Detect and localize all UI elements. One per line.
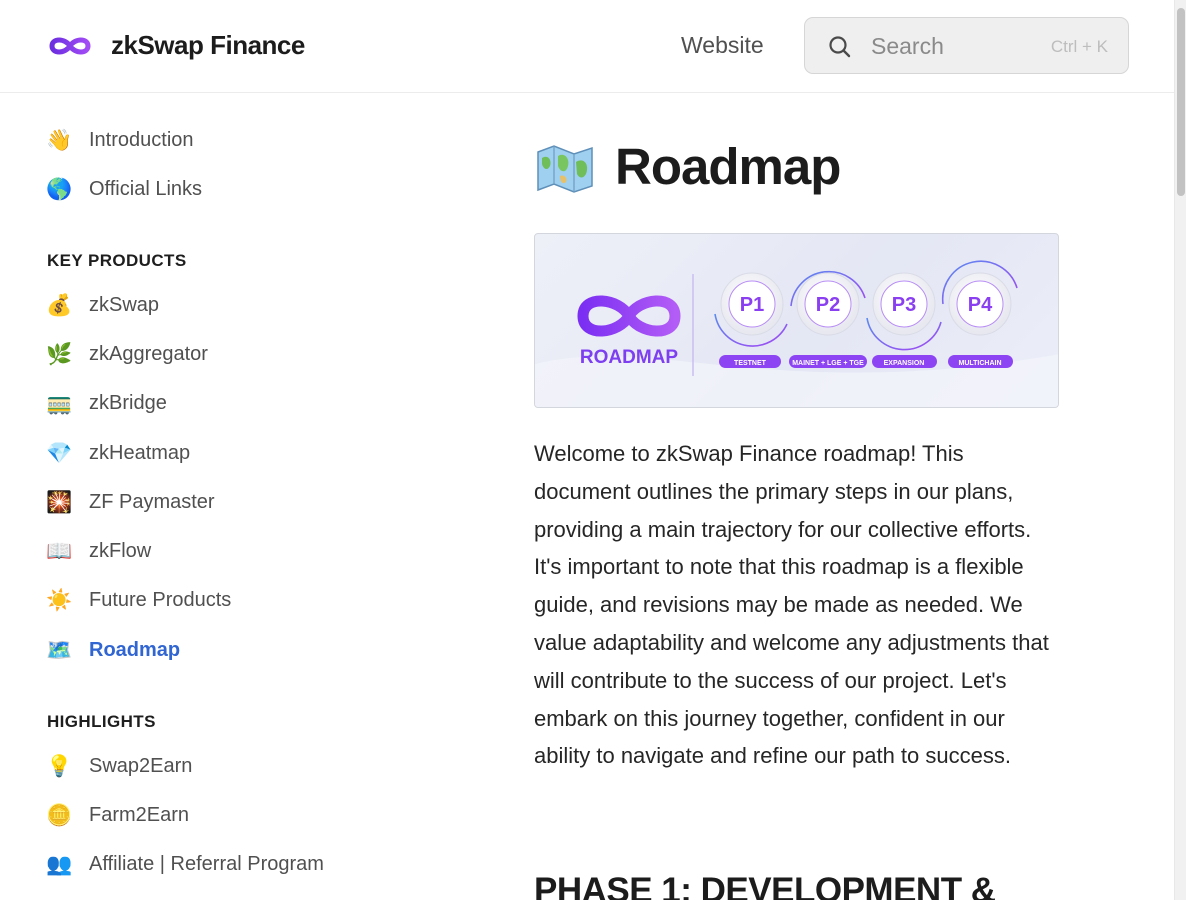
section-heading-key-products: KEY PRODUCTS [47,251,187,270]
sidebar-item-label: zkFlow [89,539,152,562]
page-scrollbar[interactable] [1174,0,1186,900]
phase-code: P4 [968,294,993,316]
people-icon: 👥 [46,851,73,876]
roadmap-banner-image: ROADMAP P1 P2 P3 P4 TESTNET MAINET + LGE… [534,233,1059,408]
search-box[interactable]: Search Ctrl + K [804,17,1129,74]
sidebar-item-label: zkAggregator [89,342,208,365]
roadmap-banner-graphic: ROADMAP P1 P2 P3 P4 TESTNET MAINET + LGE… [535,260,1058,407]
banner-infinity-icon [577,295,681,337]
phase-tag: MAINET + LGE + TGE [792,360,864,367]
herb-icon: 🌿 [46,341,73,366]
infinity-logo-icon[interactable] [48,33,92,59]
search-shortcut-hint: Ctrl + K [1050,37,1108,56]
sidebar-item-farm2earn[interactable]: 🪙 Farm2Earn [46,797,446,833]
sidebar-item-label: zkSwap [89,293,160,316]
sidebar-item-label: ZF Paymaster [89,490,215,513]
docs-page: zkSwap Finance Website Search Ctrl + K 👋… [0,0,1186,900]
page-title: Roadmap [615,138,841,195]
brand-name[interactable]: zkSwap Finance [111,30,305,61]
banner-roadmap-label: ROADMAP [580,347,678,368]
sidebar-item-label: zkBridge [89,391,167,414]
sidebar-item-official-links[interactable]: 🌎 Official Links [46,171,446,207]
light-bulb-icon: 💡 [46,753,73,778]
sidebar-item-zf-paymaster[interactable]: 🎇 ZF Paymaster [46,484,446,520]
sidebar-item-zkbridge[interactable]: 🚃 zkBridge [46,385,446,421]
scrollbar-thumb[interactable] [1177,8,1185,196]
phase-tag: EXPANSION [884,360,925,367]
money-bag-icon: 💰 [46,292,73,317]
website-link[interactable]: Website [681,32,764,59]
phase-code: P2 [816,294,840,316]
intro-paragraph: Welcome to zkSwap Finance roadmap! This … [534,441,1049,769]
sidebar-item-label: Swap2Earn [89,754,193,777]
globe-icon: 🌎 [46,176,73,201]
sidebar-item-label: Roadmap [89,638,181,661]
gem-icon: 💎 [46,440,73,465]
world-map-icon: 🗺️ [46,637,73,662]
open-book-icon: 📖 [46,538,73,563]
top-header: zkSwap Finance Website Search Ctrl + K [0,0,1174,93]
sparkler-icon: 🎇 [46,489,73,514]
sidebar-item-future-products[interactable]: ☀️ Future Products [46,582,446,618]
sidebar-item-affiliate-referral[interactable]: 👥 Affiliate | Referral Program [46,846,446,882]
phase-tag: TESTNET [734,360,767,367]
sidebar-item-zkheatmap[interactable]: 💎 zkHeatmap [46,435,446,471]
sidebar-item-zkswap[interactable]: 💰 zkSwap [46,287,446,323]
sidebar-item-label: zkHeatmap [89,441,191,464]
sidebar-item-label: Farm2Earn [89,803,190,826]
phase-1-heading: PHASE 1: DEVELOPMENT & [534,871,996,900]
main-content: Roadmap ROADMAP P1 P2 P3 P4 TESTNET MAIN… [534,93,1064,900]
section-heading-highlights: HIGHLIGHTS [47,712,156,731]
sidebar-item-zkaggregator[interactable]: 🌿 zkAggregator [46,336,446,372]
sidebar-item-introduction[interactable]: 👋 Introduction [46,122,446,158]
sun-icon: ☀️ [46,587,73,612]
phase-tag: MULTICHAIN [958,360,1001,367]
sidebar-item-label: Affiliate | Referral Program [89,852,324,875]
page-title-row: Roadmap [534,137,841,196]
phase-code: P1 [740,294,764,316]
sidebar-item-label: Official Links [89,177,203,200]
sidebar-item-label: Future Products [89,588,232,611]
sidebar-item-label: Introduction [89,128,194,151]
railway-car-icon: 🚃 [46,390,73,415]
waving-hand-icon: 👋 [46,127,73,152]
sidebar-item-swap2earn[interactable]: 💡 Swap2Earn [46,748,446,784]
world-map-icon [537,144,593,193]
phase-code: P3 [892,294,916,316]
sidebar-item-roadmap[interactable]: 🗺️ Roadmap [46,632,446,668]
coin-icon: 🪙 [46,802,73,827]
sidebar-item-zkflow[interactable]: 📖 zkFlow [46,533,446,569]
search-placeholder: Search [871,33,944,59]
sidebar-nav: 👋 Introduction 🌎 Official Links KEY PROD… [0,93,470,900]
search-icon [829,36,851,58]
